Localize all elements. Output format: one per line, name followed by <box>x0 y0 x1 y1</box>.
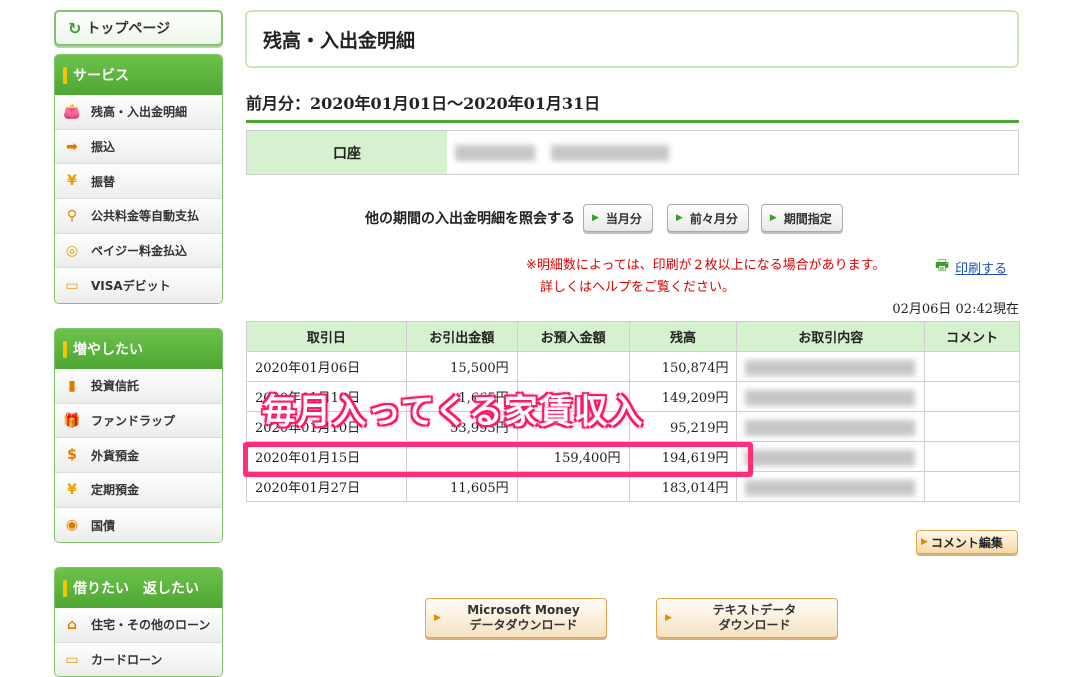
sidebar-item-visa-debit[interactable]: ▭ VISAデビット <box>55 268 222 304</box>
two-months-ago-button[interactable]: ▶ 前々月分 <box>666 204 749 232</box>
col-deposit: お預入金額 <box>516 321 630 352</box>
table-row: 2020年01月06日 15,500円 150,874円 <box>246 351 1020 382</box>
triangle-right-icon: ▶ <box>675 213 683 223</box>
top-page-button[interactable]: ↻ トップページ <box>54 10 223 46</box>
invest-panel: 増やしたい ▮ 投資信託 🎁 ファンドラップ $ 外貨預金 ¥ 定期預金 ◉ 国… <box>54 328 223 544</box>
text-download-button[interactable]: ▶ テキストデータ ダウンロード <box>656 598 838 638</box>
col-balance: 残高 <box>628 321 738 352</box>
account-label: 口座 <box>247 131 447 174</box>
gift-icon: 🎁 <box>63 412 81 429</box>
triangle-right-icon: ▶ <box>592 213 599 223</box>
sidebar-item-investment-trust[interactable]: ▮ 投資信託 <box>55 369 222 404</box>
services-panel-title: サービス <box>55 55 222 95</box>
sidebar-item-home-loan[interactable]: ⌂ 住宅・その他のローン <box>55 608 222 643</box>
coins-icon: ◎ <box>65 242 79 259</box>
triangle-right-icon: ▶ <box>921 537 928 547</box>
inquiry-label: 他の期間の入出金明細を照会する <box>365 211 575 227</box>
sidebar-item-account-transfer[interactable]: ¥ 振替 <box>55 164 222 200</box>
sidebar-item-balance[interactable]: 👛 残高・入出金明細 <box>55 95 222 130</box>
triangle-right-icon: ▶ <box>434 613 441 623</box>
transfer-icon: ➡ <box>66 138 78 155</box>
money-download-button[interactable]: ▶ Microsoft Money データダウンロード <box>425 598 607 638</box>
comment-edit-button[interactable]: ▶ コメント編集 <box>916 530 1018 554</box>
triangle-right-icon: ▶ <box>769 213 777 223</box>
services-panel: サービス 👛 残高・入出金明細 ➡ 振込 ¥ 振替 ⚲ 公共料金等自動支払 ◎ … <box>54 54 223 305</box>
refresh-icon: ↻ <box>68 18 82 38</box>
sidebar-item-card-loan[interactable]: ▭ カードローン <box>55 642 222 676</box>
printer-icon: 🖶 <box>935 256 950 274</box>
sidebar-item-time-deposit[interactable]: ¥ 定期預金 <box>55 473 222 508</box>
description-redacted <box>736 471 926 502</box>
col-description: お取引内容 <box>736 321 926 352</box>
sidebar-item-foreign-deposit[interactable]: $ 外貨預金 <box>55 438 222 474</box>
loan-panel: 借りたい 返したい ⌂ 住宅・その他のローン ▭ カードローン <box>54 567 223 677</box>
house-icon: ⌂ <box>66 616 78 633</box>
sidebar-item-fund-wrap[interactable]: 🎁 ファンドラップ <box>55 403 222 439</box>
yen-exchange-icon: ¥ <box>67 173 77 190</box>
money-bag-icon: ¥ <box>67 481 77 498</box>
debit-card-icon: ▭ <box>65 277 79 294</box>
table-header-row: 取引日 お引出金額 お預入金額 残高 お取引内容 コメント <box>246 321 1020 352</box>
page-title: 残高・入出金明細 <box>245 10 1019 68</box>
loan-panel-title: 借りたい 返したい <box>55 568 222 608</box>
rent-income-caption: 毎月入ってくる家賃収入 <box>262 392 644 432</box>
sidebar-item-payeasy[interactable]: ◎ ペイジー料金払込 <box>55 233 222 269</box>
sidebar-item-transfer[interactable]: ➡ 振込 <box>55 129 222 165</box>
bond-icon: ◉ <box>65 517 79 534</box>
as-of-timestamp: 02月06日 02:42現在 <box>892 302 1019 317</box>
sidebar-item-utility-payment[interactable]: ⚲ 公共料金等自動支払 <box>55 199 222 234</box>
period-specify-button[interactable]: ▶ 期間指定 <box>760 204 843 232</box>
description-redacted <box>736 411 926 442</box>
col-comment: コメント <box>924 321 1020 352</box>
dollar-icon: $ <box>67 447 77 464</box>
period-heading: 前月分：2020年01月01日〜2020年01月31日 <box>246 90 1019 123</box>
print-link-wrap[interactable]: 🖶 印刷する <box>935 255 1007 280</box>
bar-chart-icon: ▮ <box>68 377 76 394</box>
account-row: 口座 <box>246 130 1019 175</box>
col-date: 取引日 <box>246 321 407 352</box>
account-value-redacted <box>447 131 1018 174</box>
card-icon: ▭ <box>65 651 79 668</box>
print-link[interactable]: 印刷する <box>955 258 1007 277</box>
description-redacted <box>736 381 926 412</box>
col-withdrawal: お引出金額 <box>405 321 518 352</box>
print-note: ※明細数によっては、印刷が２枚以上になる場合があります。 詳しくはヘルプをご覧く… <box>526 258 886 295</box>
period-inquiry: 他の期間の入出金明細を照会する ▶ 当月分 ▶ 前々月分 ▶ 期間指定 <box>365 203 843 233</box>
top-page-label: トップページ <box>86 21 171 37</box>
purse-icon: 👛 <box>63 103 81 120</box>
current-month-button[interactable]: ▶ 当月分 <box>583 204 653 232</box>
description-redacted <box>736 441 926 472</box>
invest-panel-title: 増やしたい <box>55 329 222 369</box>
sidebar-item-government-bond[interactable]: ◉ 国債 <box>55 507 222 543</box>
triangle-right-icon: ▶ <box>665 613 672 623</box>
faucet-icon: ⚲ <box>66 207 78 224</box>
income-highlight-box <box>243 442 753 477</box>
description-redacted <box>736 351 926 382</box>
